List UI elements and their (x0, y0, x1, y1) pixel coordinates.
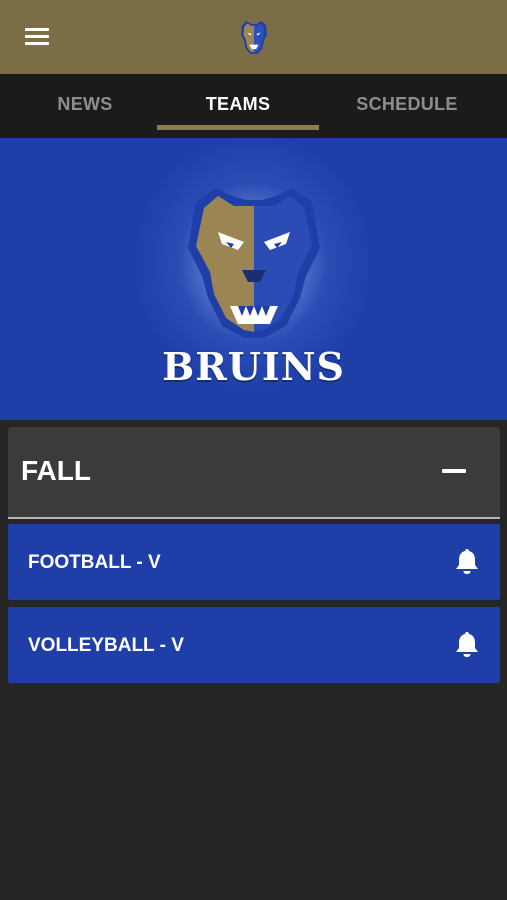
app-header (0, 0, 507, 74)
season-header-fall[interactable]: FALL (8, 427, 500, 519)
team-hero-banner: BRUINS (0, 138, 507, 420)
team-name-banner: BRUINS (162, 344, 345, 389)
active-tab-indicator (157, 125, 319, 130)
hamburger-menu-icon[interactable] (20, 22, 54, 52)
minus-icon[interactable] (442, 469, 466, 473)
team-row-football[interactable]: FOOTBALL - V (8, 524, 500, 600)
team-row-volleyball[interactable]: VOLLEYBALL - V (8, 607, 500, 683)
tab-schedule[interactable]: SCHEDULE (322, 74, 492, 138)
season-label: FALL (21, 455, 91, 486)
bell-icon[interactable] (454, 630, 480, 658)
tab-news[interactable]: NEWS (0, 74, 170, 138)
bruins-logo-icon (241, 21, 267, 54)
bell-icon[interactable] (454, 547, 480, 575)
team-name: VOLLEYBALL - V (28, 635, 184, 656)
tab-bar: NEWS TEAMS SCHEDULE (0, 74, 507, 138)
team-name: FOOTBALL - V (28, 552, 161, 573)
bruins-bear-logo-icon (188, 188, 320, 338)
